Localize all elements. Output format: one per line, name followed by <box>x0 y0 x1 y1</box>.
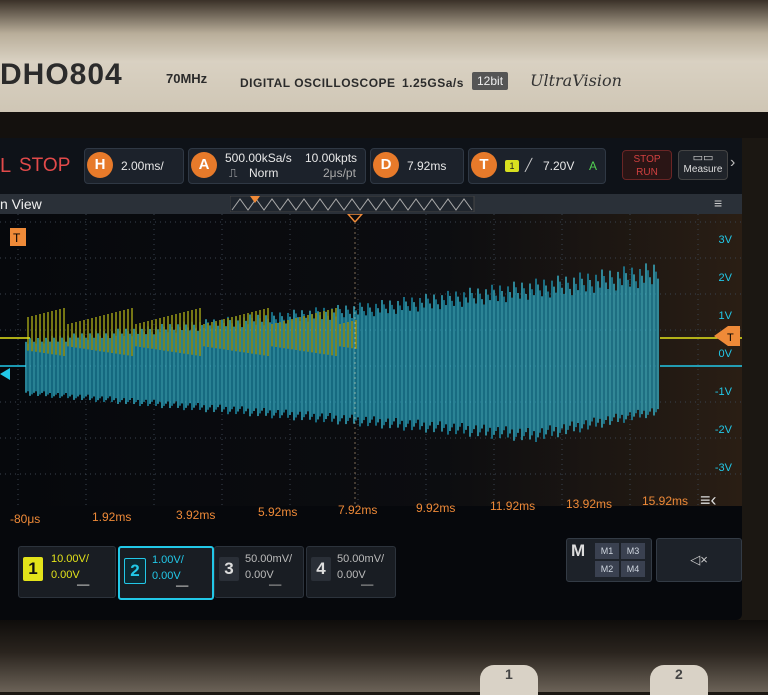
run-stop-button[interactable]: STOP RUN <box>622 150 672 180</box>
y-tick-label: -3V <box>714 462 732 474</box>
acquire-mode: Norm <box>249 166 279 180</box>
memory-depth: 10.00kpts <box>305 151 358 165</box>
acquire-pill[interactable]: A 500.00kSa/s ⎍ Norm 10.00kpts 2μs/pt <box>188 148 366 184</box>
bezel-shadow <box>0 112 768 138</box>
delay-value: 7.92ms <box>407 159 447 173</box>
timebase-value: 2.00ms/ <box>121 159 164 173</box>
channel-3-box[interactable]: 3 50.00mV/ 0.00V ▔▔ <box>214 546 304 598</box>
channel-4-number: 4 <box>311 557 331 581</box>
y-tick-label: 2V <box>718 272 732 284</box>
channel-3-number: 3 <box>219 557 239 581</box>
bandwidth-label: 70MHz <box>166 71 208 86</box>
device-type-label: DIGITAL OSCILLOSCOPE <box>240 76 396 90</box>
channel-1-scale: 10.00V/ <box>51 553 89 565</box>
y-tick-label: 3V <box>718 234 732 246</box>
speaker-mute-icon[interactable]: ◁× <box>656 538 742 582</box>
channel-2-coupling-icon: ▔▔ <box>176 586 189 595</box>
x-tick-label: -80μs <box>10 512 41 526</box>
oscilloscope-screen: L STOP H 2.00ms/ A 500.00kSa/s ⎍ Norm 10… <box>0 138 742 620</box>
run-label: RUN <box>636 167 658 178</box>
knob-1-label: 1 <box>505 666 513 682</box>
acquire-icon: A <box>191 152 217 178</box>
x-tick-label: 15.92ms <box>642 494 689 509</box>
channel-2-number: 2 <box>124 558 146 584</box>
x-tick-label: 13.92ms <box>566 496 613 511</box>
view-title: n View <box>0 196 42 212</box>
pulse-icon: ⎍ <box>229 166 238 180</box>
knob-2-label: 2 <box>675 666 683 682</box>
model-name: DHO804 <box>0 58 123 91</box>
trigger-icon: T <box>471 152 497 178</box>
y-tick-label: -2V <box>714 424 732 436</box>
run-prefix: L <box>0 155 12 177</box>
view-bar: n View ≡ <box>0 194 742 214</box>
trigger-type: A <box>589 159 598 173</box>
chevron-right-icon[interactable]: › <box>730 154 735 172</box>
channel-4-coupling-icon: ▔▔ <box>361 585 374 594</box>
waveform-display[interactable]: T T 3V 2V 1V 0V -1V -2V -3V ≡‹ <box>0 214 742 510</box>
waveform-canvas: T T <box>0 214 742 506</box>
brand-logo: UltraVision <box>530 71 622 90</box>
trigger-level: 7.20V <box>543 159 575 173</box>
y-tick-label: 1V <box>718 310 732 322</box>
device-bezel-top: DHO804 70MHz DIGITAL OSCILLOSCOPE 1.25GS… <box>0 0 768 112</box>
svg-text:T: T <box>13 231 21 245</box>
channel-3-offset: 0.00V <box>245 569 274 581</box>
delay-icon: D <box>373 152 399 178</box>
channel-1-coupling-icon: ▔▔ <box>77 585 90 594</box>
x-axis: -80μs 1.92ms 3.92ms 5.92ms 7.92ms 9.92ms 11.92… <box>0 494 742 532</box>
x-tick-label: 7.92ms <box>338 503 378 518</box>
channel-bar: 1 10.00V/ 0.00V ▔▔ 2 1.00V/ 0.00V ▔▔ 3 5… <box>0 538 742 610</box>
channel-2-scale: 1.00V/ <box>152 554 184 566</box>
math-panel[interactable]: M M1 M3 M2 M4 <box>566 538 652 582</box>
channel-3-coupling-icon: ▔▔ <box>269 585 282 594</box>
x-tick-label: 1.92ms <box>92 509 132 524</box>
channel-4-scale: 50.00mV/ <box>337 553 385 565</box>
y-tick-label: 0V <box>718 348 732 360</box>
status-bar: L STOP H 2.00ms/ A 500.00kSa/s ⎍ Norm 10… <box>0 138 742 194</box>
horizontal-pill[interactable]: H 2.00ms/ <box>84 148 184 184</box>
sample-rate-label: 1.25GSa/s <box>402 76 464 90</box>
svg-text:T: T <box>727 332 734 344</box>
time-per-point: 2μs/pt <box>323 166 356 180</box>
rising-edge-icon: ╱ <box>525 158 533 172</box>
math-m4[interactable]: M4 <box>621 561 645 577</box>
x-tick-label: 9.92ms <box>416 501 456 515</box>
channel-3-scale: 50.00mV/ <box>245 553 293 565</box>
y-tick-label: -1V <box>714 386 732 398</box>
math-m1[interactable]: M1 <box>595 543 619 559</box>
measure-label: Measure <box>683 164 723 175</box>
channel-2-box[interactable]: 2 1.00V/ 0.00V ▔▔ <box>118 546 214 600</box>
channel-4-offset: 0.00V <box>337 569 366 581</box>
measure-button[interactable]: ▭▭ Measure <box>678 150 728 180</box>
channel-4-box[interactable]: 4 50.00mV/ 0.00V ▔▔ <box>306 546 396 598</box>
channel-1-number: 1 <box>23 557 43 581</box>
bit-depth-badge: 12bit <box>472 72 509 90</box>
run-status[interactable]: STOP <box>19 155 70 177</box>
acquire-rate: 500.00kSa/s <box>225 151 292 165</box>
x-tick-label: 11.92ms <box>490 498 536 513</box>
trigger-pill[interactable]: T 1 ╱ 7.20V A <box>468 148 606 184</box>
channel-1-offset: 0.00V <box>51 569 80 581</box>
ruler-icon: ▭▭ <box>692 152 714 164</box>
x-tick-label: 5.92ms <box>258 505 298 520</box>
trigger-source-badge: 1 <box>505 160 519 172</box>
math-m3[interactable]: M3 <box>621 543 645 559</box>
memory-overview[interactable] <box>230 196 480 212</box>
math-m2[interactable]: M2 <box>595 561 619 577</box>
channel-1-box[interactable]: 1 10.00V/ 0.00V ▔▔ <box>18 546 116 598</box>
delay-pill[interactable]: D 7.92ms <box>370 148 464 184</box>
math-label: M <box>571 541 586 560</box>
channel-2-offset: 0.00V <box>152 570 181 582</box>
horizontal-icon: H <box>87 152 113 178</box>
stop-label: STOP <box>633 154 661 165</box>
x-tick-label: 3.92ms <box>176 507 216 522</box>
menu-icon[interactable]: ≡ <box>714 195 722 211</box>
